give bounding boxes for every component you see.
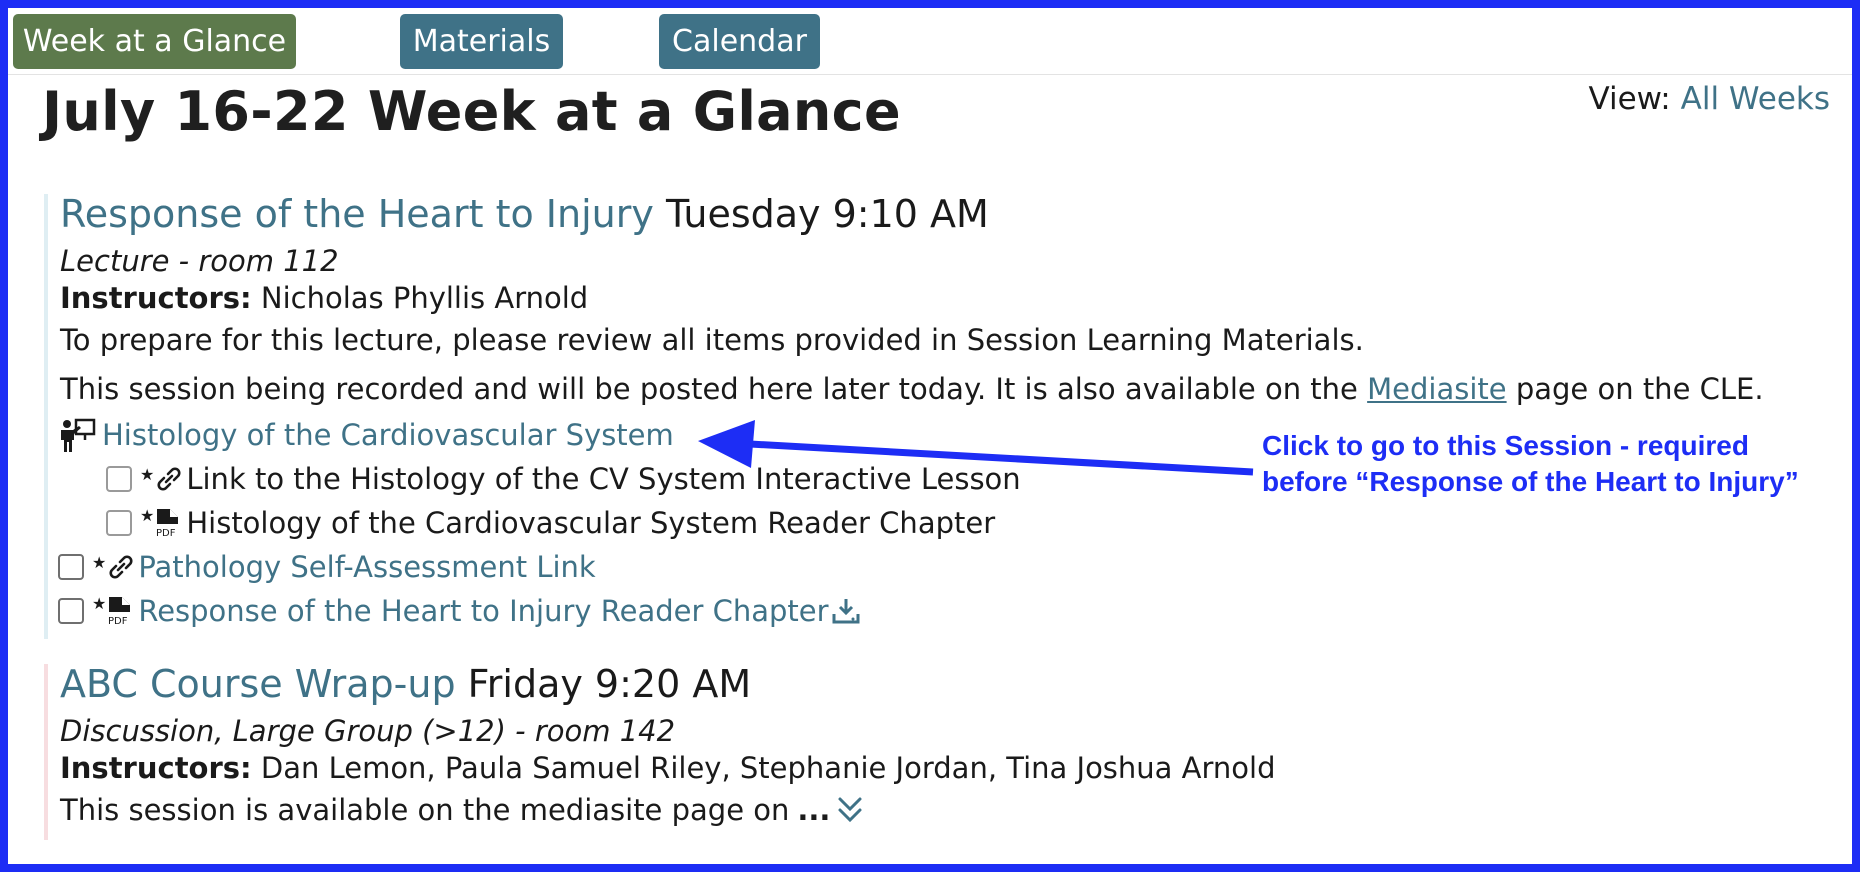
instructors-label: Instructors: bbox=[60, 281, 252, 315]
session-recording-text: This session being recorded and will be … bbox=[60, 372, 1764, 406]
session-header: Response of the Heart to Injury Tuesday … bbox=[60, 192, 989, 236]
description-text: This session is available on the mediasi… bbox=[60, 793, 790, 827]
recording-text-post: page on the CLE. bbox=[1515, 372, 1764, 406]
double-chevron-down-icon[interactable] bbox=[836, 795, 864, 825]
view-selector: View: All Weeks bbox=[1588, 81, 1830, 117]
tab-calendar[interactable]: Calendar bbox=[659, 14, 820, 69]
tab-divider bbox=[8, 74, 1852, 75]
prereq-session-link[interactable]: Histology of the Cardiovascular System bbox=[102, 418, 674, 452]
download-icon[interactable] bbox=[831, 596, 861, 626]
session-title-link[interactable]: Response of the Heart to Injury bbox=[60, 192, 654, 236]
instructors-names: Nicholas Phyllis Arnold bbox=[260, 281, 589, 315]
annotation-note: Click to go to this Session - required b… bbox=[1262, 430, 1799, 497]
checkbox[interactable] bbox=[58, 554, 84, 580]
star-pdf-icon: ★ PDF bbox=[92, 596, 135, 626]
prereq-session[interactable]: Histology of the Cardiovascular System bbox=[58, 418, 674, 452]
star-link-icon: ★ bbox=[140, 467, 183, 491]
mediasite-link[interactable]: Mediasite bbox=[1367, 372, 1506, 406]
instructors-names: Dan Lemon, Paula Samuel Riley, Stephanie… bbox=[260, 751, 1276, 785]
instructors-label: Instructors: bbox=[60, 751, 252, 785]
svg-text:PDF: PDF bbox=[108, 616, 128, 626]
material-link[interactable]: Pathology Self-Assessment Link bbox=[138, 550, 595, 584]
tab-week-at-a-glance[interactable]: Week at a Glance bbox=[13, 14, 296, 69]
material-item: ★ Pathology Self-Assessment Link bbox=[58, 550, 596, 584]
session-instructors: Instructors: Dan Lemon, Paula Samuel Ril… bbox=[60, 751, 1276, 785]
star-pdf-icon: ★ PDF bbox=[140, 508, 183, 538]
page-title: July 16-22 Week at a Glance bbox=[42, 80, 901, 143]
session-time: Tuesday 9:10 AM bbox=[665, 192, 989, 236]
session-instructors: Instructors: Nicholas Phyllis Arnold bbox=[60, 281, 588, 315]
annotation-arrow-icon bbox=[698, 420, 1254, 476]
session-type-room: Lecture - room 112 bbox=[60, 244, 339, 278]
svg-text:PDF: PDF bbox=[156, 528, 176, 538]
session-card: ABC Course Wrap-up Friday 9:20 AM Discus… bbox=[44, 662, 1544, 840]
all-weeks-link[interactable]: All Weeks bbox=[1681, 81, 1830, 117]
checkbox[interactable] bbox=[58, 598, 84, 624]
session-prep-text: To prepare for this lecture, please revi… bbox=[60, 323, 1364, 357]
ellipsis: ... bbox=[797, 793, 831, 827]
session-title-link[interactable]: ABC Course Wrap-up bbox=[60, 662, 456, 706]
material-label: Histology of the Cardiovascular System R… bbox=[186, 506, 996, 540]
prereq-material-item: ★ PDF Histology of the Cardiovascular Sy… bbox=[106, 506, 995, 540]
session-header: ABC Course Wrap-up Friday 9:20 AM bbox=[60, 662, 751, 706]
checkbox[interactable] bbox=[106, 510, 132, 536]
material-link[interactable]: Response of the Heart to Injury Reader C… bbox=[138, 594, 828, 628]
tab-materials[interactable]: Materials bbox=[400, 14, 563, 69]
session-description: This session is available on the mediasi… bbox=[60, 793, 867, 827]
star-link-icon: ★ bbox=[92, 555, 135, 579]
material-item: ★ PDF Response of the Heart to Injury Re… bbox=[58, 594, 864, 628]
session-time: Friday 9:20 AM bbox=[467, 662, 752, 706]
presenter-icon bbox=[58, 418, 96, 452]
view-label: View: bbox=[1588, 81, 1671, 117]
page-frame: Week at a Glance Materials Calendar July… bbox=[8, 8, 1852, 864]
checkbox[interactable] bbox=[106, 466, 132, 492]
recording-text-pre: This session being recorded and will be … bbox=[60, 372, 1358, 406]
session-type-room: Discussion, Large Group (>12) - room 142 bbox=[60, 714, 676, 748]
